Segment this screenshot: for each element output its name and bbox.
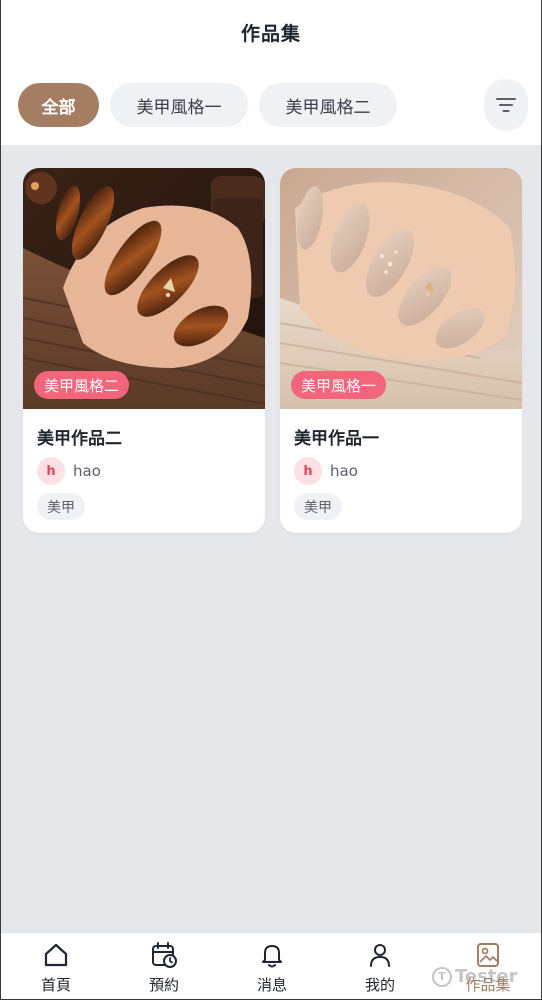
bell-icon [257, 940, 287, 970]
work-card[interactable]: 美甲風格一 美甲作品一 h hao 美甲 [280, 168, 522, 533]
tab-label: 作品集 [465, 976, 511, 994]
work-title: 美甲作品一 [294, 429, 379, 449]
style-badge: 美甲風格二 [34, 371, 130, 399]
tab-profile[interactable]: 我的 [326, 933, 434, 1000]
filter-chip-all[interactable]: 全部 [18, 83, 99, 127]
work-image-dark-nails: 美甲風格二 [23, 168, 265, 409]
author-row: h hao [294, 457, 358, 485]
bottom-tab-bar: 首頁 預約 消息 我的 作品集 [0, 932, 542, 1000]
tab-portfolio[interactable]: 作品集 [434, 933, 542, 1000]
tab-home[interactable]: 首頁 [2, 933, 110, 1000]
work-title: 美甲作品二 [37, 429, 122, 449]
tag: 美甲 [294, 493, 342, 520]
tab-label: 消息 [256, 976, 287, 994]
work-image-nude-nails: 美甲風格一 [280, 168, 522, 409]
author-row: h hao [37, 457, 101, 485]
work-card[interactable]: 美甲風格二 美甲作品二 h hao 美甲 [23, 168, 265, 533]
tab-label: 我的 [364, 976, 395, 994]
page-header: 作品集 [0, 0, 542, 64]
calendar-clock-icon [149, 940, 179, 970]
page-title: 作品集 [240, 22, 301, 45]
tab-booking[interactable]: 預約 [110, 933, 218, 1000]
filter-chip-style-2[interactable]: 美甲風格二 [259, 83, 397, 127]
filter-button[interactable] [484, 79, 528, 131]
filter-lines-icon [496, 98, 516, 112]
user-icon [365, 940, 395, 970]
author-name: hao [330, 462, 358, 480]
tag: 美甲 [37, 493, 85, 520]
style-badge: 美甲風格一 [291, 371, 387, 399]
filter-chip-style-1[interactable]: 美甲風格一 [110, 83, 248, 127]
image-icon [473, 940, 503, 970]
avatar: h [294, 457, 322, 485]
author-name: hao [73, 462, 101, 480]
tab-messages[interactable]: 消息 [218, 933, 326, 1000]
home-icon [41, 940, 71, 970]
tab-label: 預約 [148, 976, 179, 994]
filter-bar: 全部 美甲風格一 美甲風格二 [0, 64, 542, 146]
tab-label: 首頁 [40, 976, 71, 994]
avatar: h [37, 457, 65, 485]
